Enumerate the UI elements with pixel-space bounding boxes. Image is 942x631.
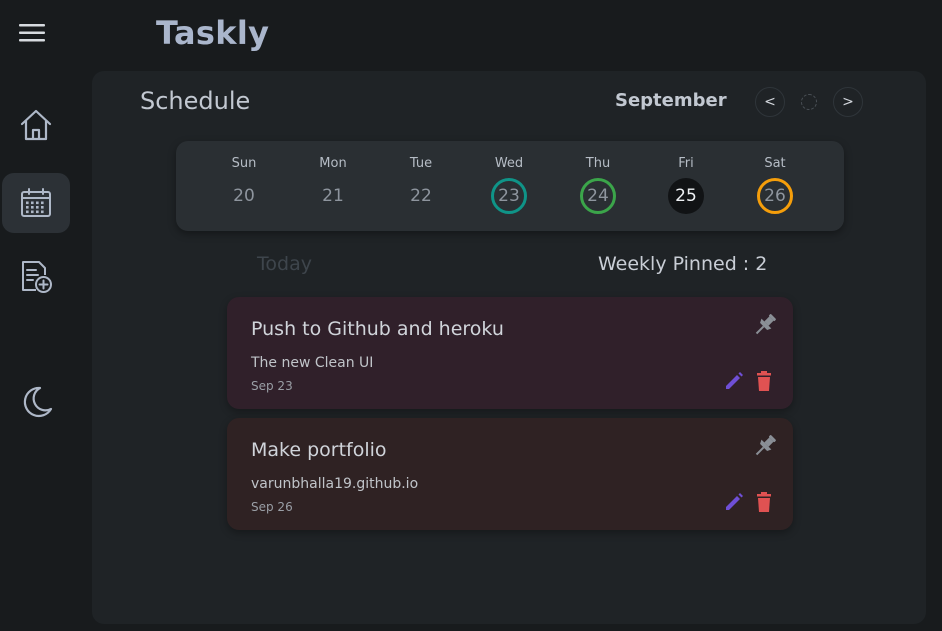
sidebar-item-add-task[interactable]: [2, 247, 70, 307]
sidebar-item-schedule[interactable]: [2, 173, 70, 233]
task-description: varunbhalla19.github.io: [251, 476, 419, 492]
day-date: 22: [410, 186, 432, 206]
section-title: Schedule: [140, 87, 251, 115]
app-title: Taskly: [156, 14, 270, 52]
day-sun[interactable]: Sun 20: [214, 141, 274, 231]
day-mon[interactable]: Mon 21: [303, 141, 363, 231]
day-date: 25: [668, 178, 704, 214]
day-name: Wed: [494, 156, 524, 171]
day-name: Tue: [409, 156, 433, 171]
day-date: 23: [491, 178, 527, 214]
day-date: 20: [233, 186, 255, 206]
theme-toggle[interactable]: [2, 372, 70, 432]
pin-icon[interactable]: [751, 311, 779, 339]
task-date: Sep 26: [251, 500, 293, 514]
add-task-icon: [22, 261, 52, 293]
task-date: Sep 23: [251, 379, 293, 393]
day-tue[interactable]: Tue 22: [391, 141, 451, 231]
menu-button[interactable]: [17, 21, 47, 45]
today-filter[interactable]: Today: [257, 253, 312, 275]
day-name: Mon: [319, 156, 347, 171]
moon-icon: [23, 386, 53, 418]
edit-icon[interactable]: [723, 491, 745, 513]
day-name: Sat: [764, 156, 786, 171]
sidebar-item-home[interactable]: [2, 95, 70, 155]
delete-icon[interactable]: [753, 370, 775, 392]
edit-icon[interactable]: [723, 370, 745, 392]
prev-week-button[interactable]: <: [755, 87, 785, 117]
next-week-button[interactable]: >: [833, 87, 863, 117]
task-description: The new Clean UI: [251, 355, 374, 371]
day-date: 24: [580, 178, 616, 214]
task-title: Push to Github and heroku: [251, 318, 504, 340]
home-icon: [20, 109, 52, 141]
day-name: Thu: [585, 156, 611, 171]
day-date: 26: [757, 178, 793, 214]
month-label: September: [615, 90, 727, 111]
delete-icon[interactable]: [753, 491, 775, 513]
day-name: Fri: [678, 156, 694, 171]
week-strip: Sun 20 Mon 21 Tue 22 Wed 23 Thu 24 Fri 2…: [176, 141, 844, 231]
task-card[interactable]: Push to Github and heroku The new Clean …: [227, 297, 793, 409]
day-name: Sun: [231, 156, 257, 171]
day-fri[interactable]: Fri 25: [656, 141, 716, 231]
task-title: Make portfolio: [251, 439, 387, 461]
day-sat[interactable]: Sat 26: [745, 141, 805, 231]
calendar-icon: [21, 188, 51, 217]
day-date: 21: [322, 186, 344, 206]
day-thu[interactable]: Thu 24: [568, 141, 628, 231]
current-week-button[interactable]: [801, 94, 817, 110]
pin-icon[interactable]: [751, 432, 779, 460]
task-card[interactable]: Make portfolio varunbhalla19.github.io S…: [227, 418, 793, 530]
hamburger-icon: [19, 24, 45, 42]
day-wed[interactable]: Wed 23: [479, 141, 539, 231]
weekly-pinned-label: Weekly Pinned : 2: [598, 253, 768, 275]
